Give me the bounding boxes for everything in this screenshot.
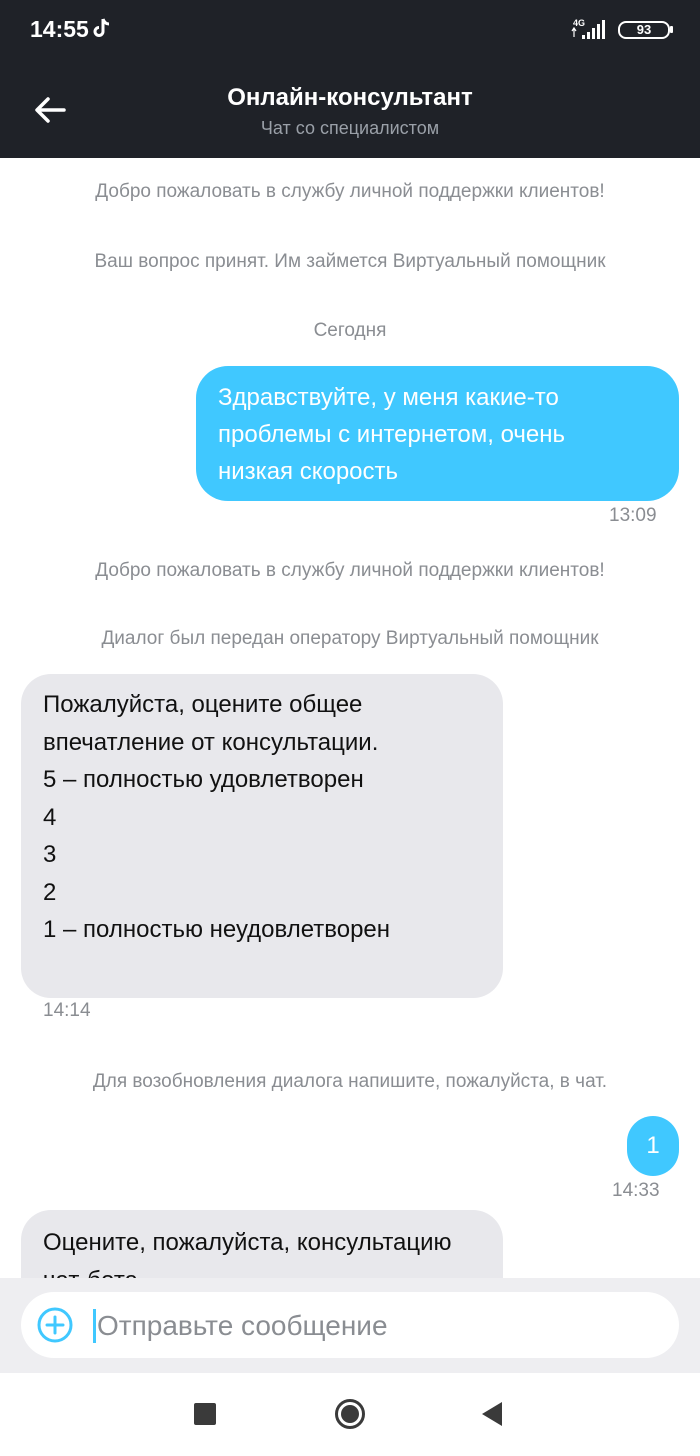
message-input[interactable] bbox=[95, 1302, 659, 1350]
status-time: 14:55 bbox=[30, 16, 89, 42]
message-text-line: 1 – полностью неудовлетворен bbox=[43, 916, 391, 943]
message-text-line: 5 – полностью удовлетворен bbox=[43, 766, 364, 793]
system-message: Добро пожаловать в службу личной поддерж… bbox=[95, 181, 605, 202]
system-message: Диалог был передан оператору Виртуальный… bbox=[101, 628, 599, 649]
tiktok-icon bbox=[93, 18, 110, 37]
status-bar: 14:55 4G 93 bbox=[0, 0, 700, 60]
message-text-line: низкая скорость bbox=[218, 458, 399, 485]
message-text-line: 4 bbox=[43, 803, 57, 831]
outgoing-message-bubble[interactable]: Здравствуйте, у меня какие-то проблемы с… bbox=[196, 366, 679, 501]
message-text-line: Пожалуйста, оцените общее bbox=[43, 691, 363, 718]
message-text-line: чат-бота bbox=[43, 1262, 481, 1279]
composer-bar bbox=[0, 1278, 700, 1373]
network-label: 4G bbox=[573, 18, 585, 28]
outgoing-message-bubble[interactable]: 1 bbox=[627, 1116, 679, 1176]
system-message: Ваш вопрос принят. Им займется Виртуальн… bbox=[94, 251, 606, 272]
message-text-line: 2 bbox=[43, 878, 57, 906]
message-text-line: Здравствуйте, у меня какие-то bbox=[218, 384, 559, 411]
message-text-line: проблемы с интернетом, очень bbox=[218, 421, 566, 448]
square-icon[interactable] bbox=[194, 1403, 216, 1425]
page-title: Онлайн-консультант bbox=[227, 84, 473, 111]
system-nav-bar bbox=[0, 1373, 700, 1456]
composer bbox=[21, 1292, 679, 1358]
incoming-message-bubble[interactable]: Пожалуйста, оцените общее впечатление от… bbox=[21, 674, 503, 998]
message-text-line: 3 bbox=[43, 841, 57, 868]
chat-area[interactable]: Добро пожаловать в службу личной поддерж… bbox=[0, 158, 700, 1278]
message-time: 13:09 bbox=[609, 505, 657, 526]
battery-icon: 93 bbox=[618, 21, 674, 39]
message-time: 14:33 bbox=[612, 1180, 660, 1201]
system-message: Добро пожаловать в службу личной поддерж… bbox=[95, 560, 605, 581]
incoming-message-bubble[interactable]: Оцените, пожалуйста, консультацию чат-бо… bbox=[21, 1210, 503, 1278]
battery-level: 93 bbox=[636, 22, 652, 37]
add-circle-icon[interactable] bbox=[37, 1307, 73, 1343]
message-time: 14:14 bbox=[43, 1000, 91, 1021]
message-text-line: впечатление от консультации. bbox=[43, 728, 379, 756]
app-header: Онлайн-консультант Чат со специалистом bbox=[0, 60, 700, 158]
signal-icon: 4G bbox=[571, 18, 605, 39]
message-text-line: Оцените, пожалуйста, консультацию bbox=[43, 1229, 452, 1256]
date-separator: Сегодня bbox=[313, 320, 387, 341]
triangle-back-icon[interactable] bbox=[480, 1400, 504, 1428]
page-subtitle: Чат со специалистом bbox=[260, 118, 440, 138]
message-text: 1 bbox=[646, 1132, 660, 1159]
circle-icon[interactable] bbox=[334, 1398, 366, 1430]
system-message: Для возобновления диалога напишите, пожа… bbox=[92, 1071, 608, 1092]
